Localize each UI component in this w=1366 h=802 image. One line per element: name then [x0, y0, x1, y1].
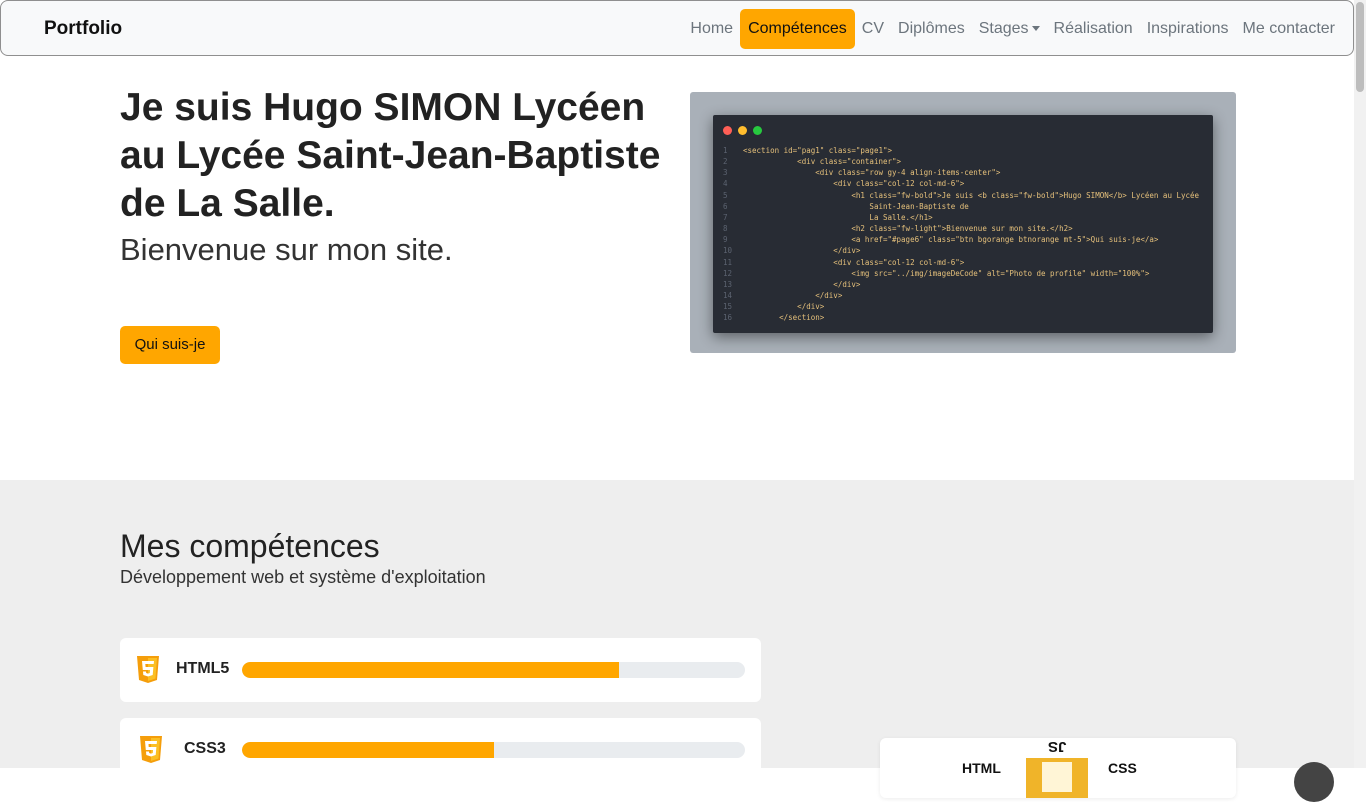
code-line-text: <div class="col-12 col-md-6">: [743, 179, 965, 189]
skill-progress-fill: [242, 662, 620, 678]
code-line-number: 15: [723, 302, 733, 312]
code-line: 13 </div>: [723, 279, 1199, 290]
code-line-number: 5: [723, 190, 728, 200]
navbar: Portfolio Home Compétences CV Diplômes S…: [0, 0, 1354, 56]
skill-name: HTML5: [176, 660, 230, 677]
window-close-dot-icon: [723, 126, 732, 135]
nav-dropdown-stages[interactable]: Stages: [972, 9, 1047, 49]
skills-section: Mes compétences Développement web et sys…: [0, 480, 1354, 798]
skill-progress-bar: [242, 662, 745, 678]
nav-dropdown-stages-label: Stages: [978, 20, 1029, 37]
skill-name: CSS3: [184, 740, 226, 757]
code-line-number: 7: [723, 212, 728, 222]
code-line: 11 <div class="col-12 col-md-6">: [723, 257, 1199, 268]
code-line-text: </section>: [743, 313, 825, 323]
code-line-text: La Salle.</h1>: [743, 212, 933, 222]
nav-link-home[interactable]: Home: [683, 9, 740, 49]
html-label: HTML: [962, 760, 1001, 776]
nav-link-inspirations[interactable]: Inspirations: [1140, 9, 1236, 49]
nav-link-contact[interactable]: Me contacter: [1236, 9, 1342, 49]
code-screenshot-image: 1 <section id="pag1" class="page1"> 2 <div…: [690, 92, 1236, 353]
tech-logos-card: JS HTML CSS: [880, 738, 1236, 798]
caret-down-icon: [1031, 26, 1040, 32]
code-line-number: 3: [723, 168, 728, 178]
window-maximize-dot-icon: [753, 126, 762, 135]
code-line-text: Saint-Jean-Baptiste de: [743, 201, 969, 211]
code-line-number: 11: [723, 257, 733, 267]
skills-title: Mes compétences: [120, 528, 380, 564]
code-line-number: 8: [723, 224, 728, 234]
code-line-text: </div>: [743, 279, 861, 289]
brand-logo[interactable]: Portfolio: [44, 18, 122, 40]
nav-link-diplomes[interactable]: Diplômes: [891, 9, 972, 49]
scroll-to-top-button[interactable]: [1294, 762, 1334, 802]
skill-card-css3: CSS3: [120, 718, 761, 782]
code-line-number: 14: [723, 291, 733, 301]
code-line: 4 <div class="col-12 col-md-6">: [723, 178, 1199, 189]
code-line: 2 <div class="container">: [723, 156, 1199, 167]
code-line-text: <a href="#page6" class="btn bgorange btn…: [743, 235, 1159, 245]
css-label: CSS: [1108, 760, 1137, 776]
skill-progress-fill: [242, 742, 494, 758]
code-line-number: 2: [723, 157, 728, 167]
qui-suis-je-button[interactable]: Qui suis-je: [120, 326, 220, 364]
code-line-text: </div>: [743, 246, 861, 256]
css3-icon: [140, 736, 162, 763]
code-line-text: <div class="row gy-4 align-items-center"…: [743, 168, 1001, 178]
hero-subtitle: Bienvenue sur mon site.: [120, 232, 453, 267]
code-editor-window: 1 <section id="pag1" class="page1"> 2 <div…: [713, 115, 1213, 333]
scrollbar-thumb[interactable]: [1356, 2, 1364, 92]
code-line: 12 <img src="../img/imageDeCode" alt="Ph…: [723, 268, 1199, 279]
code-line-number: 13: [723, 279, 733, 289]
code-line: 6 Saint-Jean-Baptiste de: [723, 201, 1199, 212]
nav-link-competences[interactable]: Compétences: [740, 9, 855, 49]
code-line-number: 4: [723, 179, 728, 189]
code-line-number: 12: [723, 268, 733, 278]
html5-icon: [137, 656, 159, 683]
code-line: 7 La Salle.</h1>: [723, 212, 1199, 223]
code-line: 1 <section id="pag1" class="page1">: [723, 145, 1199, 156]
code-line-number: 6: [723, 201, 728, 211]
code-line: 15 </div>: [723, 301, 1199, 312]
code-line-text: <h2 class="fw-light">Bienvenue sur mon s…: [743, 224, 1073, 234]
code-line: 10 </div>: [723, 245, 1199, 256]
code-line-text: <h1 class="fw-bold">Je suis <b class="fw…: [743, 190, 1200, 200]
code-line: 16 </section>: [723, 312, 1199, 323]
code-line: 3 <div class="row gy-4 align-items-cente…: [723, 167, 1199, 178]
nav-link-cv[interactable]: CV: [855, 9, 891, 49]
page-scrollbar[interactable]: [1354, 0, 1366, 768]
nav-links: Home Compétences CV Diplômes Stages Réal…: [683, 9, 1342, 49]
code-line: 8 <h2 class="fw-light">Bienvenue sur mon…: [723, 223, 1199, 234]
code-line-number: 1: [723, 146, 728, 155]
code-line-text: <div class="container">: [743, 157, 902, 167]
skills-subtitle: Développement web et système d'exploitat…: [120, 567, 486, 587]
js-label: JS: [1048, 738, 1067, 755]
nav-link-realisation[interactable]: Réalisation: [1047, 9, 1140, 49]
code-line-number: 10: [723, 246, 733, 256]
window-minimize-dot-icon: [738, 126, 747, 135]
code-line-text: </div>: [743, 302, 825, 312]
code-line: 14 </div>: [723, 290, 1199, 301]
code-line-text: <section id="pag1" class="page1">: [743, 146, 893, 155]
code-line-text: <div class="col-12 col-md-6">: [743, 257, 965, 267]
code-line-number: 16: [723, 313, 733, 323]
skill-progress-bar: [242, 742, 745, 758]
code-lines: 1 <section id="pag1" class="page1"> 2 <div…: [723, 145, 1199, 324]
code-line: 5 <h1 class="fw-bold">Je suis <b class="…: [723, 190, 1199, 201]
skill-card-html5: HTML5: [120, 638, 761, 702]
code-line-text: </div>: [743, 291, 843, 301]
hero-title: Je suis Hugo SIMON Lycéen au Lycée Saint…: [120, 86, 661, 225]
code-line: 9 <a href="#page6" class="btn bgorange b…: [723, 234, 1199, 245]
code-line-text: <img src="../img/imageDeCode" alt="Photo…: [743, 268, 1150, 278]
js-logo-icon: [1026, 758, 1088, 798]
code-line-number: 9: [723, 235, 728, 245]
